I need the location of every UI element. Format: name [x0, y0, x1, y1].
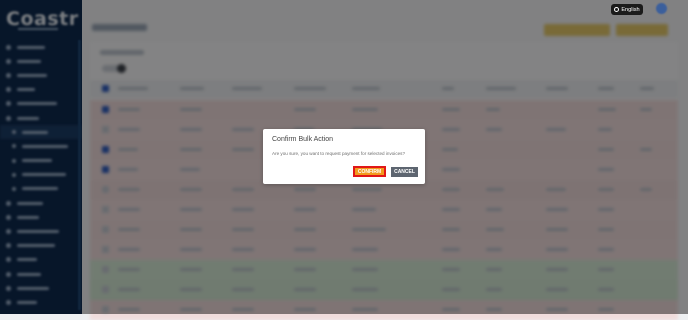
avatar[interactable]	[656, 3, 667, 14]
cancel-button[interactable]: CANCEL	[391, 167, 418, 177]
modal-message: Are you sure, you want to request paymen…	[272, 151, 406, 156]
modal-title: Confirm Bulk Action	[272, 136, 334, 143]
confirm-bulk-action-modal: Confirm Bulk Action Are you sure, you wa…	[263, 129, 425, 184]
language-selector[interactable]: English	[611, 4, 643, 15]
confirm-button[interactable]: CONFIRM	[353, 166, 386, 177]
globe-icon	[614, 7, 620, 12]
language-label: English	[621, 6, 640, 13]
